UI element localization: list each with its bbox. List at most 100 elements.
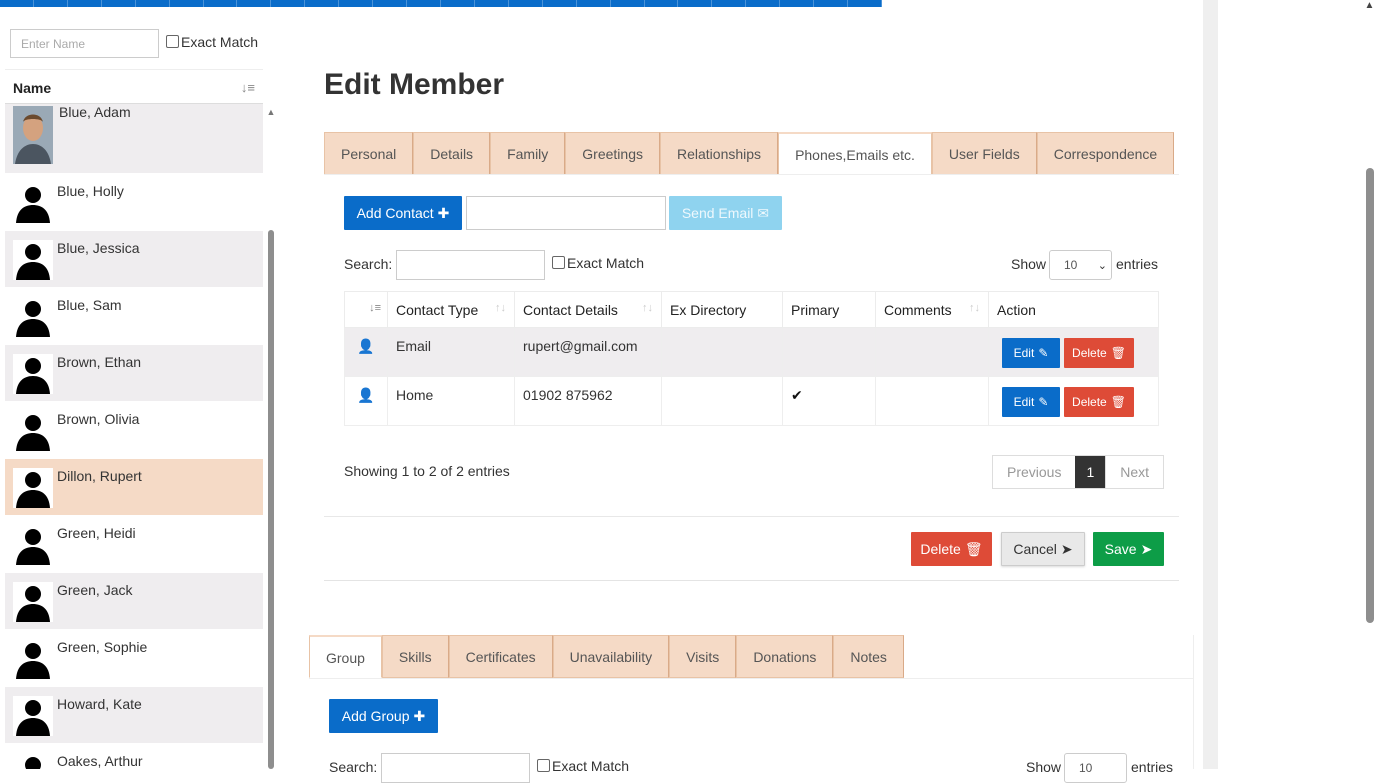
table-row: 👤 Home 01902 875962 ✔ Edit ✎ Delete 🗑 <box>344 376 1159 426</box>
avatar-placeholder-icon <box>13 411 53 451</box>
edit-contact-button[interactable]: Edit ✎ <box>1002 387 1060 417</box>
delete-label: Delete <box>920 541 961 557</box>
ex-directory-header[interactable]: Ex Directory <box>661 291 783 328</box>
next-page-button[interactable]: Next <box>1105 456 1163 488</box>
tab-user-fields[interactable]: User Fields <box>931 132 1037 175</box>
contact-details-cell: 01902 875962 <box>514 376 662 426</box>
tab-donations[interactable]: Donations <box>736 635 834 678</box>
member-name: Green, Heidi <box>57 525 136 541</box>
search-label: Search: <box>344 256 393 272</box>
delete-label: Delete <box>1072 395 1107 409</box>
footer-divider <box>324 516 1179 517</box>
comments-cell <box>875 376 989 426</box>
scroll-up-arrow-icon[interactable]: ▲ <box>1362 0 1377 11</box>
member-list-item[interactable]: Blue, Jessica <box>5 231 263 288</box>
page-scroll-thumb[interactable] <box>1366 168 1374 623</box>
arrow-circle-right-icon: ➤ <box>1060 540 1073 557</box>
avatar-placeholder-icon <box>13 696 53 736</box>
tab-family[interactable]: Family <box>490 132 566 175</box>
person-icon: 👤 <box>357 338 375 354</box>
entries-label: entries <box>1131 759 1174 775</box>
tab-personal[interactable]: Personal <box>324 132 414 175</box>
plus-icon: ✚ <box>437 204 450 221</box>
tabs-divider <box>309 678 1194 679</box>
search-input[interactable] <box>396 250 545 280</box>
tab-visits[interactable]: Visits <box>669 635 737 678</box>
tab-panel-border <box>1193 635 1194 769</box>
tab-notes[interactable]: Notes <box>833 635 904 678</box>
checkbox-box[interactable] <box>166 35 179 48</box>
checkbox-box[interactable] <box>537 759 550 772</box>
delete-contact-button[interactable]: Delete 🗑 <box>1064 338 1134 368</box>
tab-certificates[interactable]: Certificates <box>448 635 553 678</box>
tab-greetings[interactable]: Greetings <box>565 132 660 175</box>
sort-desc-icon[interactable]: ↓≡ <box>241 80 255 95</box>
icon-column-header[interactable]: ↓≡ <box>344 291 388 328</box>
contact-details-cell: rupert@gmail.com <box>514 327 662 377</box>
scroll-up-arrow-icon[interactable]: ▲ <box>266 107 276 117</box>
member-list: Blue, Adam Blue, Holly Blue, Jessica Blue, … <box>5 104 263 769</box>
table-header-row: ↓≡ Contact Type ↑↓ Contact Details ↑↓ Ex D… <box>344 291 1159 328</box>
tabs-divider <box>324 174 1179 175</box>
add-contact-button[interactable]: Add Contact ✚ <box>344 196 462 230</box>
primary-header[interactable]: Primary <box>782 291 876 328</box>
member-list-item[interactable]: Green, Sophie <box>5 630 263 687</box>
edit-contact-button[interactable]: Edit ✎ <box>1002 338 1060 368</box>
tab-unavailability[interactable]: Unavailability <box>552 635 670 678</box>
tab-phones-emails-etc[interactable]: Phones,Emails etc. <box>778 132 932 175</box>
left-exact-match-checkbox[interactable]: Exact Match <box>166 34 258 50</box>
comments-cell <box>875 327 989 377</box>
trash-icon: 🗑 <box>1110 395 1126 409</box>
primary-cell <box>782 327 876 377</box>
previous-page-button[interactable]: Previous <box>993 456 1075 488</box>
contacts-table: ↓≡ Contact Type ↑↓ Contact Details ↑↓ Ex D… <box>344 291 1159 426</box>
cancel-button[interactable]: Cancel ➤ <box>1001 532 1085 566</box>
contact-input[interactable] <box>466 196 666 230</box>
page-1-button[interactable]: 1 <box>1075 456 1106 488</box>
tab-relationships[interactable]: Relationships <box>660 132 779 175</box>
member-list-item[interactable]: Blue, Sam <box>5 288 263 345</box>
group-exact-match-checkbox[interactable]: Exact Match <box>537 758 629 774</box>
pagination: Previous 1 Next <box>992 455 1165 489</box>
tab-details[interactable]: Details <box>413 132 491 175</box>
delete-contact-button[interactable]: Delete 🗑 <box>1064 387 1134 417</box>
group-entries-select[interactable]: 10 <box>1064 753 1127 783</box>
member-list-item[interactable]: Green, Jack <box>5 573 263 630</box>
member-list-scroll-thumb[interactable] <box>268 230 274 769</box>
entries-select[interactable]: 10 ⌄ <box>1049 250 1112 280</box>
member-list-item[interactable]: Dillon, Rupert <box>5 459 263 516</box>
member-list-item[interactable]: Green, Heidi <box>5 516 263 573</box>
save-button[interactable]: Save ➤ <box>1093 532 1164 566</box>
member-list-item[interactable]: Blue, Holly <box>5 174 263 231</box>
cancel-label: Cancel <box>1013 541 1057 557</box>
group-search-input[interactable] <box>381 753 530 783</box>
edit-icon: ✎ <box>1038 346 1049 360</box>
checkbox-box[interactable] <box>552 256 565 269</box>
contact-type-header[interactable]: Contact Type ↑↓ <box>387 291 515 328</box>
name-column-header[interactable]: Name ↓≡ <box>5 69 263 104</box>
member-name: Blue, Sam <box>57 297 122 313</box>
comments-header[interactable]: Comments ↑↓ <box>875 291 989 328</box>
tab-correspondence[interactable]: Correspondence <box>1036 132 1175 175</box>
tab-skills[interactable]: Skills <box>381 635 449 678</box>
member-list-item[interactable]: Brown, Olivia <box>5 402 263 459</box>
contact-details-header[interactable]: Contact Details ↑↓ <box>514 291 662 328</box>
member-list-item[interactable]: Blue, Adam <box>5 104 263 174</box>
exact-match-checkbox[interactable]: Exact Match <box>552 255 644 271</box>
member-list-item[interactable]: Howard, Kate <box>5 687 263 744</box>
entries-label: entries <box>1116 256 1159 272</box>
delete-member-button[interactable]: Delete 🗑 <box>911 532 992 566</box>
edit-label: Edit <box>1013 346 1035 360</box>
action-cell: Edit ✎ Delete 🗑 <box>988 376 1159 426</box>
entries-select-value: 10 <box>1079 761 1093 775</box>
page-title: Edit Member <box>324 68 505 101</box>
add-group-button[interactable]: Add Group ✚ <box>329 699 438 733</box>
member-list-item[interactable]: Brown, Ethan <box>5 345 263 402</box>
member-list-item[interactable]: Oakes, Arthur <box>5 744 263 769</box>
tab-group[interactable]: Group <box>309 635 382 678</box>
name-filter-input[interactable] <box>10 29 159 58</box>
contact-type-cell: Email <box>387 327 515 377</box>
avatar-placeholder-icon <box>13 354 53 394</box>
send-email-button[interactable]: Send Email ✉ <box>669 196 782 230</box>
chevron-down-icon: ⌄ <box>1097 260 1107 272</box>
